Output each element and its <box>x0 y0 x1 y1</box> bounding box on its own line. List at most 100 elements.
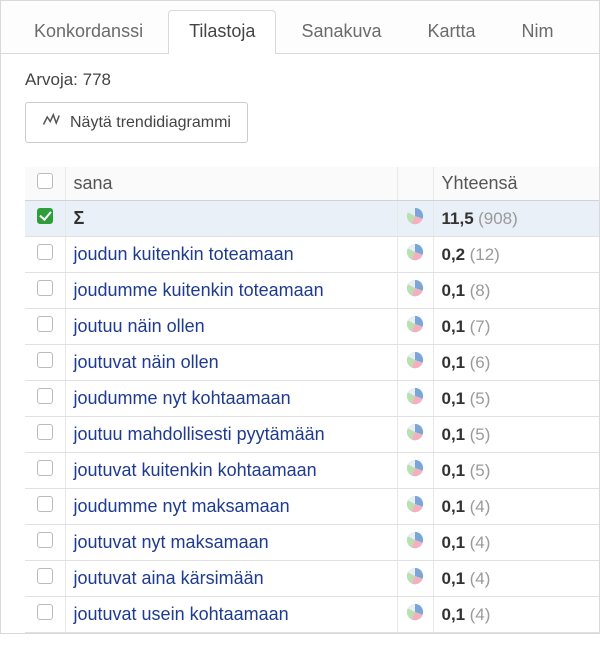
pie-chart-icon[interactable] <box>406 464 424 481</box>
pie-chart-icon[interactable] <box>406 428 424 445</box>
app-window: KonkordanssiTilastojaSanakuvaKarttaNim A… <box>0 0 600 634</box>
tab-tilastoja[interactable]: Tilastoja <box>168 10 276 54</box>
pie-chart-icon[interactable] <box>406 320 424 337</box>
table-header-row: sana Yhteensä <box>25 167 599 201</box>
pie-chart-icon[interactable] <box>406 248 424 265</box>
row-value: 0,1 <box>442 461 466 480</box>
row-checkbox-cell[interactable] <box>25 525 65 561</box>
word-link[interactable]: joutuvat aina kärsimään <box>74 568 264 588</box>
row-checkbox[interactable] <box>37 388 53 404</box>
row-pie-cell[interactable] <box>397 381 433 417</box>
pie-chart-icon[interactable] <box>406 392 424 409</box>
row-checkbox[interactable] <box>37 604 53 620</box>
value-count-label: Arvoja: 778 <box>25 70 575 90</box>
pie-chart-icon[interactable] <box>406 356 424 373</box>
col-word-header[interactable]: sana <box>65 167 397 201</box>
row-checkbox[interactable] <box>37 280 53 296</box>
table-row: joudumme nyt maksamaan0,1 (4) <box>25 489 599 525</box>
word-link[interactable]: joudumme nyt maksamaan <box>74 496 290 516</box>
tab-sanakuva[interactable]: Sanakuva <box>280 10 402 54</box>
row-checkbox[interactable] <box>37 352 53 368</box>
word-link[interactable]: joudumme nyt kohtaamaan <box>74 388 291 408</box>
sub-header: Arvoja: 778 Näytä trendidiagrammi <box>1 54 599 147</box>
row-pie-cell[interactable] <box>397 597 433 633</box>
row-checkbox[interactable] <box>37 316 53 332</box>
row-checkbox[interactable] <box>37 460 53 476</box>
col-checkbox[interactable] <box>25 167 65 201</box>
word-link[interactable]: joudumme kuitenkin toteamaan <box>74 280 324 300</box>
row-pie-cell[interactable] <box>397 201 433 237</box>
row-word-cell: joutuvat näin ollen <box>65 345 397 381</box>
row-count: (4) <box>470 605 491 624</box>
row-checkbox-cell[interactable] <box>25 597 65 633</box>
row-word-cell: joutuvat kuitenkin kohtaamaan <box>65 453 397 489</box>
pie-chart-icon[interactable] <box>406 212 424 229</box>
row-pie-cell[interactable] <box>397 489 433 525</box>
row-pie-cell[interactable] <box>397 273 433 309</box>
row-checkbox[interactable] <box>37 424 53 440</box>
pie-chart-icon[interactable] <box>406 572 424 589</box>
row-value: 0,1 <box>442 569 466 588</box>
word-link[interactable]: joutuu näin ollen <box>74 316 205 336</box>
pie-chart-icon[interactable] <box>406 500 424 517</box>
select-all-checkbox[interactable] <box>37 173 53 189</box>
word-link[interactable]: joutuvat näin ollen <box>74 352 219 372</box>
row-word-cell: joudumme kuitenkin toteamaan <box>65 273 397 309</box>
row-value: 0,1 <box>442 317 466 336</box>
row-total-cell: 0,1 (5) <box>433 381 599 417</box>
row-checkbox-cell[interactable] <box>25 345 65 381</box>
tab-nim[interactable]: Nim <box>501 10 575 54</box>
row-pie-cell[interactable] <box>397 417 433 453</box>
row-pie-cell[interactable] <box>397 525 433 561</box>
row-count: (5) <box>470 389 491 408</box>
row-value: 0,1 <box>442 425 466 444</box>
word-link[interactable]: joutuu mahdollisesti pyytämään <box>74 424 325 444</box>
row-checkbox[interactable] <box>37 532 53 548</box>
row-value: 0,1 <box>442 605 466 624</box>
row-value: 0,1 <box>442 497 466 516</box>
row-checkbox[interactable] <box>37 496 53 512</box>
word-link[interactable]: joutuvat kuitenkin kohtaamaan <box>74 460 317 480</box>
row-checkbox-cell[interactable] <box>25 381 65 417</box>
row-pie-cell[interactable] <box>397 309 433 345</box>
row-checkbox-cell[interactable] <box>25 417 65 453</box>
row-checkbox-cell[interactable] <box>25 489 65 525</box>
row-pie-cell[interactable] <box>397 453 433 489</box>
row-count: (7) <box>470 317 491 336</box>
show-trend-button[interactable]: Näytä trendidiagrammi <box>25 102 248 143</box>
pie-chart-icon[interactable] <box>406 284 424 301</box>
word-link[interactable]: joudun kuitenkin toteamaan <box>74 244 294 264</box>
row-checkbox-cell[interactable] <box>25 273 65 309</box>
table-row: joutuu näin ollen 0,1 (7) <box>25 309 599 345</box>
word-link[interactable]: joutuvat nyt maksamaan <box>74 532 269 552</box>
row-count: (4) <box>470 569 491 588</box>
row-total-cell: 0,1 (4) <box>433 525 599 561</box>
word-link[interactable]: joutuvat usein kohtaamaan <box>74 604 289 624</box>
row-checkbox-cell[interactable] <box>25 201 65 237</box>
row-checkbox-cell[interactable] <box>25 453 65 489</box>
row-pie-cell[interactable] <box>397 561 433 597</box>
row-pie-cell[interactable] <box>397 345 433 381</box>
row-count: (908) <box>478 209 518 228</box>
row-total-cell: 0,1 (5) <box>433 417 599 453</box>
row-checkbox[interactable] <box>37 244 53 260</box>
row-checkbox-cell[interactable] <box>25 309 65 345</box>
row-checkbox-cell[interactable] <box>25 561 65 597</box>
tab-bar: KonkordanssiTilastojaSanakuvaKarttaNim <box>1 1 599 54</box>
tab-kartta[interactable]: Kartta <box>407 10 497 54</box>
row-value: 0,1 <box>442 353 466 372</box>
row-checkbox-cell[interactable] <box>25 237 65 273</box>
row-word-cell: joutuvat usein kohtaamaan <box>65 597 397 633</box>
row-pie-cell[interactable] <box>397 237 433 273</box>
stats-table-wrap: sana Yhteensä Σ11,5 (908)joudun kuitenki… <box>1 147 599 633</box>
row-checkbox[interactable] <box>37 568 53 584</box>
table-row: joutuvat usein kohtaamaan 0,1 (4) <box>25 597 599 633</box>
tab-konkordanssi[interactable]: Konkordanssi <box>13 10 164 54</box>
pie-chart-icon[interactable] <box>406 608 424 625</box>
row-count: (6) <box>470 353 491 372</box>
col-total-header[interactable]: Yhteensä <box>433 167 599 201</box>
row-count: (4) <box>470 533 491 552</box>
col-pie-header <box>397 167 433 201</box>
row-checkbox[interactable] <box>37 208 53 224</box>
pie-chart-icon[interactable] <box>406 536 424 553</box>
